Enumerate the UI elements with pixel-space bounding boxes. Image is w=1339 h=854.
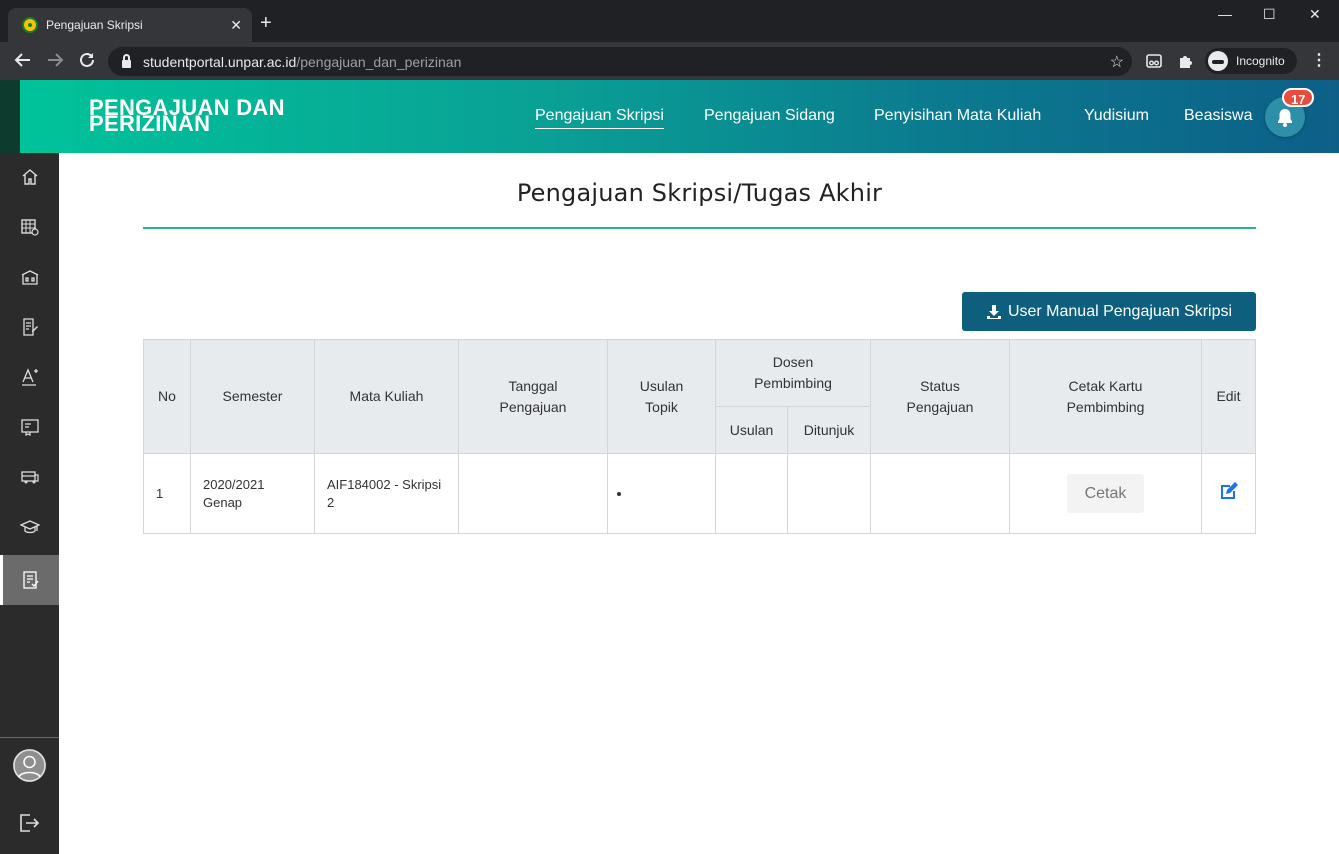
header-usulan-topik: Usulan Topik — [607, 339, 716, 454]
header-mata-kuliah: Mata Kuliah — [314, 339, 459, 454]
minimize-button[interactable]: — — [1218, 6, 1232, 22]
browser-menu-icon[interactable]: ⋮ — [1311, 50, 1327, 70]
app-brand: PENGAJUAN DAN PERIZINAN — [89, 97, 329, 136]
logout-icon[interactable] — [18, 812, 40, 839]
user-manual-button[interactable]: User Manual Pengajuan Skripsi — [962, 292, 1256, 331]
browser-tab[interactable]: Pengajuan Skripsi ✕ — [8, 8, 252, 42]
close-window-button[interactable]: ✕ — [1309, 6, 1321, 23]
schedule-icon — [20, 219, 39, 236]
edit-icon[interactable] — [1218, 481, 1240, 506]
nav-penyisihan-mata-kuliah[interactable]: Penyisihan Mata Kuliah — [874, 107, 1041, 125]
header-dosen-ditunjuk: Ditunjuk — [787, 406, 871, 454]
url-path: /pengajuan_dan_perizinan — [296, 53, 462, 70]
sidebar-item-graduation[interactable] — [0, 502, 59, 552]
browser-toolbar: studentportal.unpar.ac.id/pengajuan_dan_… — [0, 42, 1339, 80]
notification-badge: 17 — [1282, 88, 1315, 107]
header-no: No — [143, 339, 191, 454]
tab-title: Pengajuan Skripsi — [46, 18, 143, 32]
app-header: PENGAJUAN DAN PERIZINAN Pengajuan Skrips… — [20, 80, 1339, 153]
cell-cetak: Cetak — [1009, 453, 1202, 534]
reload-button[interactable] — [78, 51, 96, 72]
bus-icon — [20, 471, 39, 484]
sidebar-divider — [0, 737, 59, 738]
certificate-icon — [20, 419, 39, 436]
cell-usulan-topik — [607, 453, 716, 534]
sidebar-item-transport[interactable] — [0, 452, 59, 502]
user-manual-label: User Manual Pengajuan Skripsi — [1007, 302, 1233, 320]
sidebar-item-document[interactable] — [0, 302, 59, 352]
nav-beasiswa[interactable]: Beasiswa — [1184, 107, 1252, 125]
cell-dosen-ditunjuk — [787, 453, 871, 534]
header-dosen-pembimbing: Dosen Pembimbing — [715, 339, 871, 407]
cell-no: 1 — [143, 453, 191, 534]
maximize-button[interactable]: ☐ — [1263, 6, 1276, 23]
sidebar-item-building[interactable] — [0, 252, 59, 302]
address-bar[interactable]: studentportal.unpar.ac.id/pengajuan_dan_… — [108, 47, 1132, 76]
new-tab-button[interactable]: + — [260, 13, 272, 33]
cell-edit — [1201, 453, 1256, 534]
tab-close-icon[interactable]: ✕ — [230, 17, 242, 34]
topik-list — [617, 485, 703, 503]
reload-icon — [80, 52, 94, 67]
sidebar-item-certificate[interactable] — [0, 402, 59, 452]
brand-line-2: PERIZINAN — [89, 111, 211, 136]
reading-mode-icon[interactable] — [1145, 52, 1163, 70]
back-arrow-icon — [14, 53, 30, 67]
cell-status — [870, 453, 1010, 534]
cell-dosen-usulan — [715, 453, 788, 534]
forward-arrow-icon — [48, 53, 64, 67]
submission-table: No Semester Mata Kuliah Tanggal Pengajuan… — [143, 339, 1256, 534]
title-divider — [143, 227, 1256, 229]
unpar-favicon-icon — [22, 17, 38, 33]
building-icon — [21, 270, 38, 285]
nav-pengajuan-sidang[interactable]: Pengajuan Sidang — [704, 107, 835, 125]
header-status-pengajuan: Status Pengajuan — [870, 339, 1010, 454]
sidebar — [0, 80, 59, 854]
lock-icon — [122, 53, 131, 68]
url-host: studentportal.unpar.ac.id — [143, 53, 297, 70]
header-edit: Edit — [1201, 339, 1256, 454]
bell-icon — [1278, 109, 1292, 127]
extensions-puzzle-icon[interactable] — [1177, 52, 1195, 70]
download-icon — [986, 304, 1001, 319]
incognito-profile-button[interactable]: Incognito — [1205, 48, 1297, 74]
sidebar-item-pengajuan[interactable] — [0, 555, 59, 605]
header-tanggal-pengajuan: Tanggal Pengajuan — [458, 339, 608, 454]
document-edit-icon — [22, 318, 38, 336]
user-avatar-icon[interactable] — [13, 749, 46, 782]
cetak-button[interactable]: Cetak — [1067, 474, 1144, 513]
sidebar-item-home[interactable] — [0, 152, 59, 202]
cell-semester: 2020/2021 Genap — [190, 453, 315, 534]
sidebar-item-grade[interactable] — [0, 352, 59, 402]
page-title: Pengajuan Skripsi/Tugas Akhir — [516, 179, 883, 207]
nav-pengajuan-skripsi[interactable]: Pengajuan Skripsi — [535, 107, 664, 129]
page: PENGAJUAN DAN PERIZINAN Pengajuan Skrips… — [0, 80, 1339, 854]
home-icon — [22, 169, 37, 185]
browser-tabstrip: Pengajuan Skripsi ✕ + — ☐ ✕ — [0, 0, 1339, 42]
nav-yudisium[interactable]: Yudisium — [1084, 107, 1149, 125]
table-row: 1 2020/2021Genap AIF184002 - Skripsi2 — [143, 453, 1256, 534]
incognito-label: Incognito — [1236, 54, 1285, 68]
grade-icon — [21, 368, 38, 386]
cell-mata-kuliah: AIF184002 - Skripsi 2 — [314, 453, 459, 534]
topik-list-item — [617, 485, 703, 503]
cell-tanggal — [458, 453, 608, 534]
bookmark-star-icon[interactable]: ☆ — [1110, 52, 1124, 72]
forward-button[interactable] — [46, 51, 64, 72]
incognito-icon — [1208, 51, 1228, 71]
header-dosen-usulan: Usulan — [715, 406, 788, 454]
graduation-cap-icon — [19, 520, 40, 534]
header-cetak-kartu: Cetak Kartu Pembimbing — [1009, 339, 1202, 454]
checklist-icon — [23, 571, 39, 589]
sidebar-item-schedule[interactable] — [0, 202, 59, 252]
header-semester: Semester — [190, 339, 315, 454]
back-button[interactable] — [14, 51, 32, 72]
